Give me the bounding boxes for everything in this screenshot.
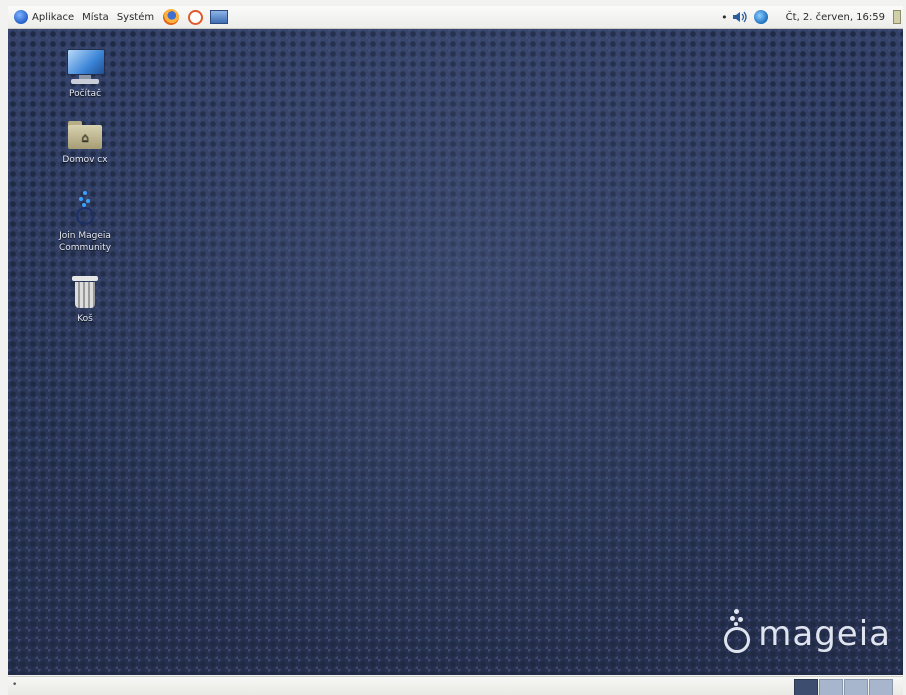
- desktop-icon-label: Join Mageia Community: [58, 231, 112, 253]
- mageia-logo: mageia: [722, 609, 891, 653]
- bottom-panel-handle: •: [12, 680, 18, 690]
- workspace-4[interactable]: [869, 679, 893, 695]
- desktop-icon-home[interactable]: ⌂ Domov cx: [48, 119, 122, 166]
- desktop-icon-join-community[interactable]: Join Mageia Community: [48, 191, 122, 254]
- firefox-icon[interactable]: [162, 8, 180, 26]
- mageia-menu-icon: [14, 10, 28, 24]
- mail-client-icon[interactable]: [186, 8, 204, 26]
- system-menu[interactable]: Systém: [117, 6, 154, 28]
- screen: Aplikace Místa Systém • Čt, 2. červen, 1…: [0, 0, 906, 695]
- workspace-2[interactable]: [819, 679, 843, 695]
- home-folder-icon: ⌂: [66, 119, 104, 151]
- screen-icon[interactable]: [210, 8, 229, 26]
- network-icon[interactable]: [753, 10, 768, 24]
- system-menu-label: Systém: [116, 11, 155, 23]
- computer-icon: [65, 49, 105, 85]
- join-community-icon: [70, 191, 100, 227]
- desktop-icon-trash[interactable]: Koš: [48, 274, 122, 325]
- workspace-3[interactable]: [844, 679, 868, 695]
- places-menu[interactable]: Místa: [82, 6, 109, 28]
- desktop-icon-label: Počítač: [68, 89, 102, 99]
- mageia-wordmark: mageia: [758, 614, 891, 654]
- panel-tray: • Čt, 2. červen, 16:59: [721, 6, 903, 28]
- trash-icon: [71, 274, 99, 310]
- applications-menu-label: Aplikace: [32, 11, 75, 23]
- desktop-icon-label: Domov cx: [62, 155, 108, 165]
- show-desktop-icon[interactable]: [893, 10, 901, 24]
- desktop-icon-computer[interactable]: Počítač: [48, 49, 122, 100]
- volume-icon[interactable]: [732, 11, 748, 23]
- mageia-cauldron-icon: [722, 609, 752, 653]
- applications-menu[interactable]: Aplikace: [14, 6, 74, 28]
- places-menu-label: Místa: [82, 11, 109, 23]
- desktop[interactable]: Počítač ⌂ Domov cx Join Mageia Community…: [8, 29, 903, 675]
- clock[interactable]: Čt, 2. červen, 16:59: [786, 12, 885, 23]
- workspace-switcher[interactable]: [793, 679, 893, 695]
- desktop-icon-label: Koš: [77, 314, 93, 324]
- top-panel: Aplikace Místa Systém • Čt, 2. červen, 1…: [8, 6, 903, 29]
- notification-dot-icon: •: [721, 10, 728, 24]
- workspace-1[interactable]: [794, 679, 818, 695]
- bottom-panel: •: [8, 676, 903, 695]
